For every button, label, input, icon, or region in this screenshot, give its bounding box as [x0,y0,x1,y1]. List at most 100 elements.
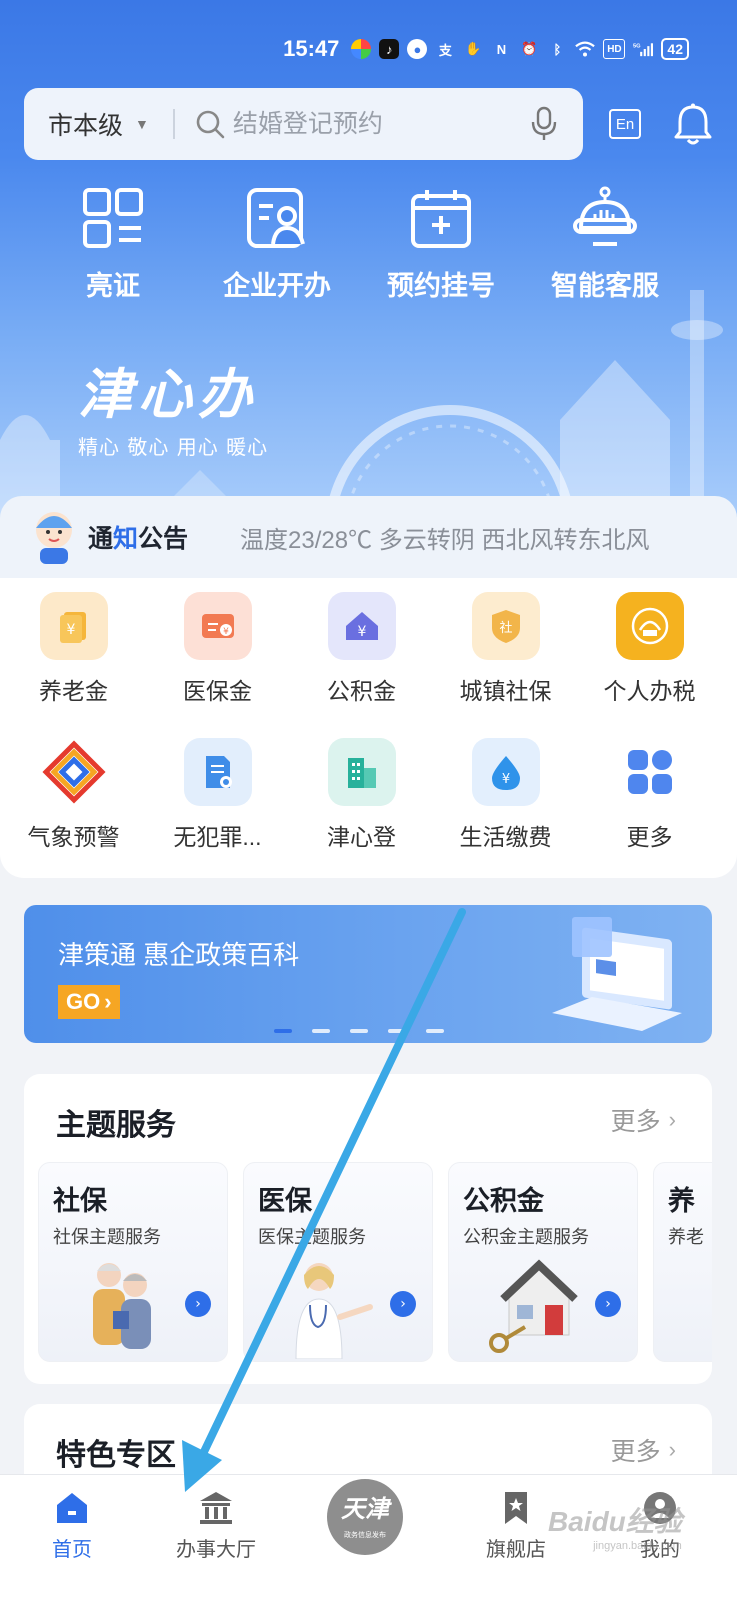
theme-card-pension[interactable]: 养 养老 [653,1162,712,1362]
service-label: 公积金 [327,678,396,704]
language-toggle-button[interactable]: En [609,109,641,139]
theme-card-subtitle: 社保主题服务 [53,1227,161,1247]
arrow-right-icon[interactable]: › [595,1291,621,1317]
hd-icon: HD [603,39,626,59]
message-icon: ● [407,39,428,59]
theme-card-social-security[interactable]: 社保 社保主题服务 › [38,1162,228,1362]
chevron-right-icon: › [104,989,112,1014]
house-key-illustration [489,1259,578,1353]
notice-bar[interactable]: 通知公告 温度23/28℃ 多云转阴 西北风转东北风 [0,496,737,578]
theme-cards: 社保 社保主题服务 › 医保 医保主题服务 › 公积金 公积金主题服务 › 养 … [38,1162,712,1362]
pagination-dot[interactable] [388,1029,406,1033]
theme-card-title: 医保 [258,1186,312,1216]
theme-card-title: 养 [668,1186,695,1216]
theme-services-more-link[interactable]: 更多 › [611,1102,676,1138]
service-label: 医保金 [183,678,252,704]
service-enterprise-registration[interactable]: 津心登 [290,738,433,852]
caret-down-icon: ▼ [135,116,149,132]
social-security-icon: 社 [471,592,540,660]
section-title: 主题服务 [56,1109,176,1142]
brand-slogan: 精心 敬心 用心 暖心 [78,435,269,459]
section-title: 特色专区 [56,1439,176,1472]
banner-go-label: GO [66,989,101,1014]
enterprise-card-icon [247,188,305,248]
bell-icon[interactable] [672,102,714,146]
government-building-icon [200,1492,232,1524]
pagination-dot[interactable] [350,1029,368,1033]
signal-icon: 5G [633,39,654,59]
more-label: 更多 [610,1108,661,1136]
theme-card-subtitle: 公积金主题服务 [463,1227,589,1247]
region-label: 市本级 [48,112,124,140]
calendar-plus-icon [411,190,471,248]
banner-pagination [274,1029,444,1033]
tianjin-release-logo-button[interactable]: 天津 政务信息发布 [327,1479,403,1555]
arrow-right-icon[interactable]: › [185,1291,211,1317]
weather-warning-icon [39,738,108,806]
home-icon [57,1493,87,1523]
qr-code-icon [83,188,143,248]
tab-label: 首页 [52,1539,92,1561]
quick-action-show-certificate[interactable]: 亮证 [38,186,188,303]
service-label: 气象预警 [27,824,120,850]
arrow-right-icon[interactable]: › [390,1291,416,1317]
bookmark-star-icon [505,1492,527,1524]
service-weather-warning[interactable]: 气象预警 [2,738,145,852]
brand-logo: 津心办 [78,362,258,426]
medical-insurance-icon: ¥ [183,592,252,660]
notice-title-prefix: 通 [88,525,114,553]
service-label: 养老金 [39,678,108,704]
tab-service-hall[interactable]: 办事大厅 [156,1489,276,1562]
mascot-avatar-icon [36,512,72,564]
theme-card-housing-fund[interactable]: 公积金 公积金主题服务 › [448,1162,638,1362]
watermark-sub: jingyan.baidu.com [593,1540,682,1552]
pagination-dot[interactable] [426,1029,444,1033]
service-personal-tax[interactable]: 个人办税 [578,592,721,706]
notice-title-accent: 知 [113,525,139,553]
quick-action-customer-service[interactable]: 智能客服 [530,186,680,303]
notice-title: 通知公告 [88,519,188,555]
chevron-right-icon: › [668,1437,676,1462]
center-logo-text: 天津 [341,1494,389,1523]
service-medical-insurance[interactable]: ¥ 医保金 [146,592,289,706]
nfc-icon: N [496,41,507,57]
laptop-illustration [552,917,682,1031]
theme-card-title: 社保 [53,1186,107,1216]
svg-text:社: 社 [499,620,512,636]
alipay-icon: 支 [438,42,452,58]
banner-go-button[interactable]: GO › [58,985,120,1019]
utility-payment-icon: ¥ [471,738,540,806]
region-selector[interactable]: 市本级 ▼ [24,106,149,142]
pension-icon: ¥ [39,592,108,660]
tab-home[interactable]: 首页 [12,1489,132,1562]
featured-more-link[interactable]: 更多 › [611,1432,676,1468]
services-grid: ¥ 养老金 ¥ 医保金 ¥ 公积金 社 城镇社保 个人办税 气象预警 无犯罪..… [0,578,737,878]
alarm-icon: ⏰ [521,41,538,56]
search-box[interactable]: 市本级 ▼ [24,88,583,160]
search-row: 市本级 ▼ En [24,88,714,160]
hand-icon: ✋ [465,41,482,56]
service-no-crime-certificate[interactable]: 无犯罪... [146,738,289,852]
svg-text:¥: ¥ [223,627,229,637]
pagination-dot-active[interactable] [274,1029,292,1033]
pagination-dot[interactable] [312,1029,330,1033]
service-label: 城镇社保 [459,678,552,704]
baidu-jingyan-watermark: Baidu经验 jingyan.baidu.com [548,1500,682,1552]
policy-banner[interactable]: 津策通 惠企政策百科 GO › [24,905,712,1043]
service-more[interactable]: 更多 [578,738,721,852]
service-utility-payment[interactable]: ¥ 生活缴费 [434,738,577,852]
quick-action-appointment[interactable]: 预约挂号 [366,186,516,303]
watermark-main: Baidu经验 [548,1506,682,1537]
service-social-security[interactable]: 社 城镇社保 [434,592,577,706]
microphone-icon[interactable] [529,106,559,142]
search-divider [172,109,175,139]
quick-action-enterprise[interactable]: 企业开办 [202,186,352,303]
tax-icon [615,592,684,660]
search-input[interactable] [232,109,493,139]
banner-title: 津策通 惠企政策百科 [58,940,300,970]
service-housing-fund[interactable]: ¥ 公积金 [290,592,433,706]
service-pension[interactable]: ¥ 养老金 [2,592,145,706]
theme-card-medical-insurance[interactable]: 医保 医保主题服务 › [243,1162,433,1362]
app-notification-icon [351,39,372,59]
service-label: 无犯罪... [173,824,262,850]
